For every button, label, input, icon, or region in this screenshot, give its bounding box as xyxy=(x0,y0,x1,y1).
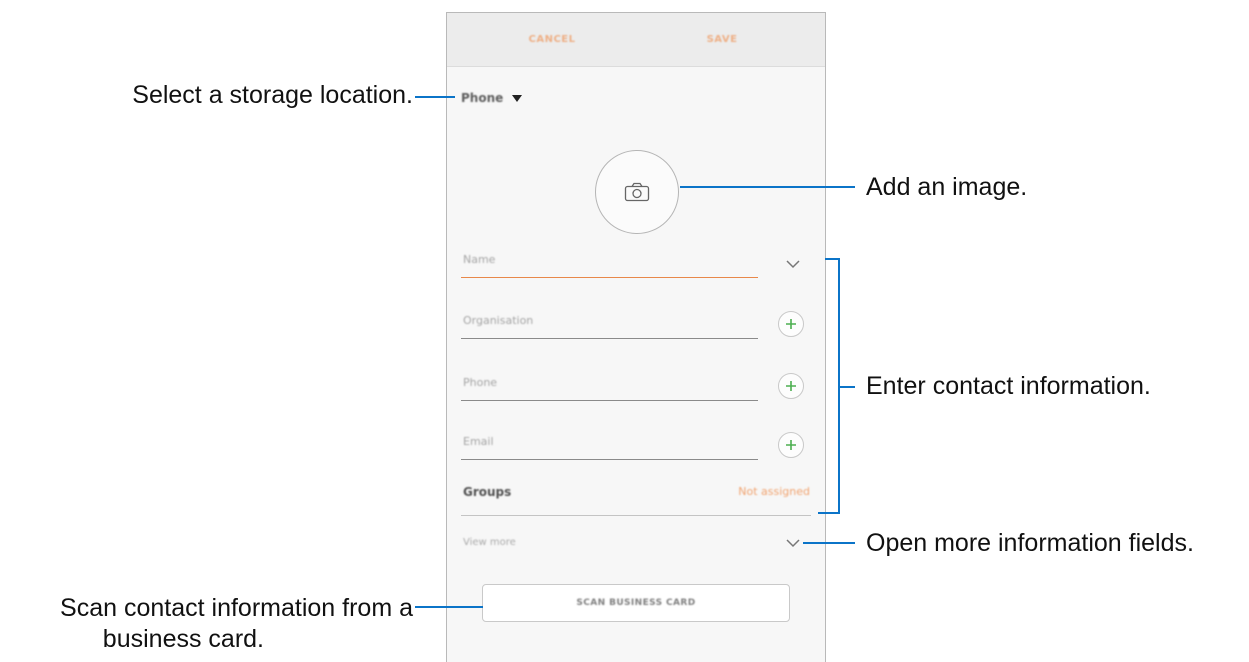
cancel-button[interactable]: CANCEL xyxy=(467,13,637,66)
callout-more-fields: Open more information fields. xyxy=(866,529,1194,557)
chevron-down-icon[interactable] xyxy=(785,259,801,269)
add-icon xyxy=(786,319,796,329)
phone-field-placeholder: Phone xyxy=(463,376,498,389)
add-email-button[interactable] xyxy=(778,432,804,458)
email-field[interactable]: Email xyxy=(461,427,758,460)
groups-value: Not assigned xyxy=(738,485,810,498)
callout-scan-line1: Scan contact information from a xyxy=(60,594,413,622)
callout-bracket-tick xyxy=(838,386,855,388)
add-image-button[interactable] xyxy=(595,150,679,234)
scan-business-card-button[interactable]: SCAN BUSINESS CARD xyxy=(482,584,790,622)
save-button[interactable]: SAVE xyxy=(637,13,807,66)
add-phone-button[interactable] xyxy=(778,373,804,399)
storage-location-label: Phone xyxy=(461,91,504,105)
phone-screen: CANCEL SAVE Phone Name Organisation Phon… xyxy=(446,12,826,662)
add-icon xyxy=(786,381,796,391)
callout-scan-line2: business card. xyxy=(102,625,264,653)
callout-line-more-fields xyxy=(803,542,855,544)
action-bar: CANCEL SAVE xyxy=(447,13,825,67)
callout-line-image xyxy=(680,186,855,188)
name-field[interactable]: Name xyxy=(461,245,758,278)
name-field-placeholder: Name xyxy=(463,253,496,266)
dropdown-arrow-icon xyxy=(512,94,523,102)
callout-line-storage xyxy=(415,96,455,98)
organisation-field[interactable]: Organisation xyxy=(461,306,758,339)
callout-storage: Select a storage location. xyxy=(132,81,413,109)
camera-icon xyxy=(624,182,650,202)
phone-field[interactable]: Phone xyxy=(461,368,758,401)
callout-contact: Enter contact information. xyxy=(866,372,1151,400)
add-icon xyxy=(786,440,796,450)
email-field-placeholder: Email xyxy=(463,435,494,448)
callout-image: Add an image. xyxy=(866,173,1028,201)
callout-bracket-bottom xyxy=(818,512,840,514)
scan-business-card-label: SCAN BUSINESS CARD xyxy=(576,598,696,608)
add-organisation-button[interactable] xyxy=(778,311,804,337)
callout-line-scan xyxy=(415,606,483,608)
organisation-field-placeholder: Organisation xyxy=(463,314,534,327)
groups-label: Groups xyxy=(463,485,512,499)
view-more-link[interactable]: View more xyxy=(463,537,516,548)
storage-location-selector[interactable]: Phone xyxy=(461,88,523,108)
chevron-down-icon[interactable] xyxy=(785,538,801,548)
